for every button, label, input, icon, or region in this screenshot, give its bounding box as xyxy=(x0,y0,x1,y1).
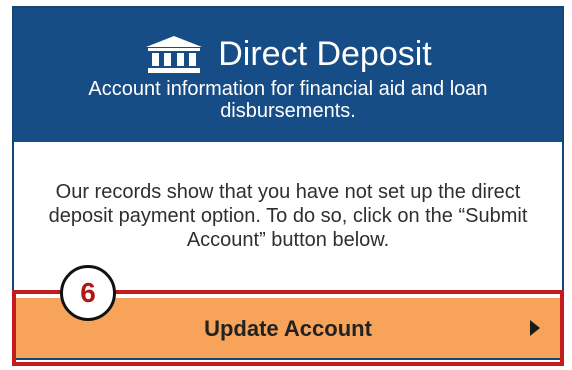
card-subtitle: Account information for financial aid an… xyxy=(88,78,488,122)
step-number-badge: 6 xyxy=(60,265,116,321)
title-row: Direct Deposit xyxy=(14,34,562,74)
update-account-label: Update Account xyxy=(204,316,372,341)
bank-icon xyxy=(146,36,203,73)
card-header: Direct Deposit Account information for f… xyxy=(14,8,562,142)
chevron-right-icon xyxy=(530,320,540,336)
card-title: Direct Deposit xyxy=(218,35,432,73)
status-message: Our records show that you have not set u… xyxy=(48,181,528,251)
